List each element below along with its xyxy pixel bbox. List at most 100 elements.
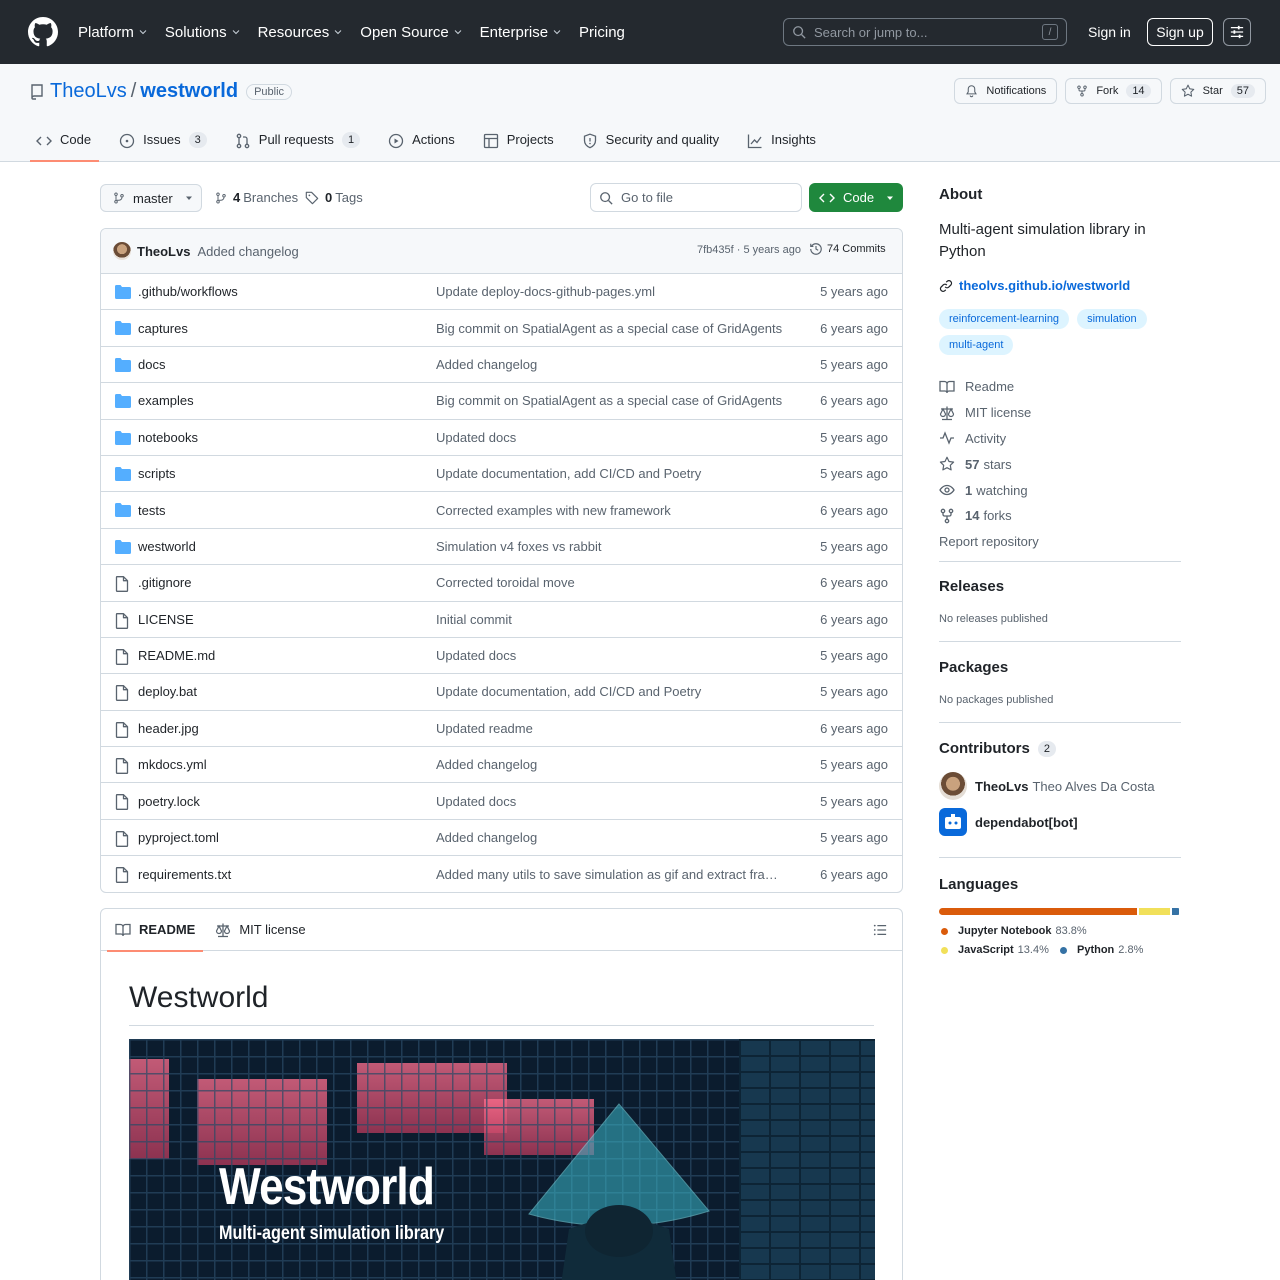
file-name[interactable]: LICENSE xyxy=(138,612,194,627)
file-name[interactable]: .github/workflows xyxy=(138,284,238,299)
sign-in-link[interactable]: Sign in xyxy=(1088,24,1131,40)
file-commit-message[interactable]: Corrected examples with new framework xyxy=(436,503,786,518)
tab-pull-requests[interactable]: Pull requests 1 xyxy=(229,126,368,162)
file-name[interactable]: poetry.lock xyxy=(138,794,200,809)
file-commit-message[interactable]: Update documentation, add CI/CD and Poet… xyxy=(436,466,786,481)
language-item[interactable]: Python 2.8% xyxy=(1060,944,1143,956)
tab-license[interactable]: MIT license xyxy=(215,909,306,951)
file-commit-message[interactable]: Corrected toroidal move xyxy=(436,575,786,590)
watching-link[interactable]: 1 watching xyxy=(939,477,1039,503)
file-name[interactable]: notebooks xyxy=(138,430,198,445)
file-row[interactable]: deploy.bat Update documentation, add CI/C… xyxy=(101,674,902,711)
file-name[interactable]: header.jpg xyxy=(138,721,199,736)
nav-open-source[interactable]: Open Source xyxy=(360,24,462,41)
file-name[interactable]: pyproject.toml xyxy=(138,830,219,845)
file-name[interactable]: westworld xyxy=(138,539,196,554)
homepage-link[interactable]: theolvs.github.io/westworld xyxy=(939,278,1130,293)
github-logo-icon[interactable] xyxy=(28,17,58,47)
file-commit-message[interactable]: Updated docs xyxy=(436,648,786,663)
file-commit-message[interactable]: Big commit on SpatialAgent as a special … xyxy=(436,321,786,336)
file-name[interactable]: mkdocs.yml xyxy=(138,757,207,772)
commit-message[interactable]: Added changelog xyxy=(197,244,298,259)
contributor-item[interactable]: TheoLvs Theo Alves Da Costa xyxy=(939,772,1155,800)
file-commit-message[interactable]: Update documentation, add CI/CD and Poet… xyxy=(436,684,786,699)
topic-tag[interactable]: reinforcement-learning xyxy=(939,309,1070,329)
file-row[interactable]: README.md Updated docs 5 years ago xyxy=(101,638,902,675)
list-unordered-icon[interactable] xyxy=(873,923,887,937)
file-row[interactable]: examples Big commit on SpatialAgent as a … xyxy=(101,383,902,420)
report-repository-link[interactable]: Report repository xyxy=(939,529,1039,555)
readme-link[interactable]: Readme xyxy=(939,374,1039,400)
file-commit-message[interactable]: Big commit on SpatialAgent as a special … xyxy=(436,393,786,408)
global-search-input[interactable]: Search or jump to... / xyxy=(783,18,1067,46)
nav-solutions[interactable]: Solutions xyxy=(165,24,241,41)
file-commit-message[interactable]: Added changelog xyxy=(436,830,786,845)
file-row[interactable]: tests Corrected examples with new framewo… xyxy=(101,492,902,529)
settings-sliders-button[interactable] xyxy=(1223,18,1251,46)
file-commit-message[interactable]: Initial commit xyxy=(436,612,786,627)
avatar[interactable] xyxy=(113,242,131,260)
file-row[interactable]: requirements.txt Added many utils to save… xyxy=(101,856,902,892)
commit-author[interactable]: TheoLvs xyxy=(137,244,190,259)
file-name[interactable]: docs xyxy=(138,357,165,372)
file-commit-message[interactable]: Updated readme xyxy=(436,721,786,736)
file-name[interactable]: scripts xyxy=(138,466,176,481)
branch-selector[interactable]: master xyxy=(100,184,202,212)
stars-link[interactable]: 57 stars xyxy=(939,451,1039,477)
file-name[interactable]: tests xyxy=(138,503,165,518)
file-commit-message[interactable]: Added changelog xyxy=(436,357,786,372)
file-row[interactable]: header.jpg Updated readme 6 years ago xyxy=(101,711,902,748)
nav-platform[interactable]: Platform xyxy=(78,24,148,41)
nav-resources[interactable]: Resources xyxy=(258,24,344,41)
file-row[interactable]: docs Added changelog 5 years ago xyxy=(101,347,902,384)
file-commit-message[interactable]: Simulation v4 foxes vs rabbit xyxy=(436,539,786,554)
tab-code[interactable]: Code xyxy=(30,126,100,162)
fork-button[interactable]: Fork 14 xyxy=(1065,78,1162,104)
forks-link[interactable]: 14 forks xyxy=(939,503,1039,529)
repo-name-link[interactable]: westworld xyxy=(140,80,238,103)
file-row[interactable]: poetry.lock Updated docs 5 years ago xyxy=(101,783,902,820)
tab-projects[interactable]: Projects xyxy=(477,126,562,162)
file-row[interactable]: mkdocs.yml Added changelog 5 years ago xyxy=(101,747,902,784)
file-name[interactable]: README.md xyxy=(138,648,215,663)
topic-tag[interactable]: simulation xyxy=(1077,309,1147,329)
commit-sha-time[interactable]: 7fb435f · 5 years ago xyxy=(697,244,801,256)
file-row[interactable]: .gitignore Corrected toroidal move 6 years… xyxy=(101,565,902,602)
branches-link[interactable]: 4 Branches xyxy=(215,190,298,205)
tab-actions[interactable]: Actions xyxy=(382,126,463,162)
license-link[interactable]: MIT license xyxy=(939,400,1039,426)
file-row[interactable]: westworld Simulation v4 foxes vs rabbit 5 … xyxy=(101,529,902,566)
language-item[interactable]: JavaScript 13.4% xyxy=(941,944,1049,956)
file-name[interactable]: .gitignore xyxy=(138,575,191,590)
releases-heading[interactable]: Releases xyxy=(939,578,1004,595)
file-row[interactable]: notebooks Updated docs 5 years ago xyxy=(101,420,902,456)
nav-enterprise[interactable]: Enterprise xyxy=(480,24,562,41)
sign-up-button[interactable]: Sign up xyxy=(1147,18,1213,46)
file-row[interactable]: pyproject.toml Added changelog 5 years ago xyxy=(101,820,902,857)
file-commit-message[interactable]: Updated docs xyxy=(436,430,786,445)
file-name[interactable]: examples xyxy=(138,393,194,408)
file-commit-message[interactable]: Update deploy-docs-github-pages.yml xyxy=(436,284,786,299)
file-name[interactable]: deploy.bat xyxy=(138,684,197,699)
tab-security[interactable]: Security and quality xyxy=(576,126,727,162)
tab-insights[interactable]: Insights xyxy=(741,126,824,162)
go-to-file-input[interactable]: Go to file xyxy=(590,183,802,212)
repo-owner-link[interactable]: TheoLvs xyxy=(50,80,127,103)
file-row[interactable]: LICENSE Initial commit 6 years ago xyxy=(101,602,902,638)
file-commit-message[interactable]: Updated docs xyxy=(436,794,786,809)
tags-link[interactable]: 0 Tags xyxy=(305,190,363,205)
notifications-button[interactable]: Notifications xyxy=(954,78,1058,104)
file-name[interactable]: captures xyxy=(138,321,188,336)
activity-link[interactable]: Activity xyxy=(939,426,1039,452)
nav-pricing[interactable]: Pricing xyxy=(579,24,625,41)
tab-readme[interactable]: README xyxy=(106,909,204,952)
packages-heading[interactable]: Packages xyxy=(939,659,1008,676)
contributor-item[interactable]: dependabot[bot] xyxy=(939,808,1082,836)
file-name[interactable]: requirements.txt xyxy=(138,867,231,882)
language-item[interactable]: Jupyter Notebook 83.8% xyxy=(941,925,1087,937)
tab-issues[interactable]: Issues 3 xyxy=(113,126,215,162)
contributors-heading[interactable]: Contributors 2 xyxy=(939,740,1056,757)
file-commit-message[interactable]: Added many utils to save simulation as g… xyxy=(436,867,786,882)
file-row[interactable]: .github/workflows Update deploy-docs-gith… xyxy=(101,274,902,311)
file-row[interactable]: scripts Update documentation, add CI/CD a… xyxy=(101,456,902,493)
